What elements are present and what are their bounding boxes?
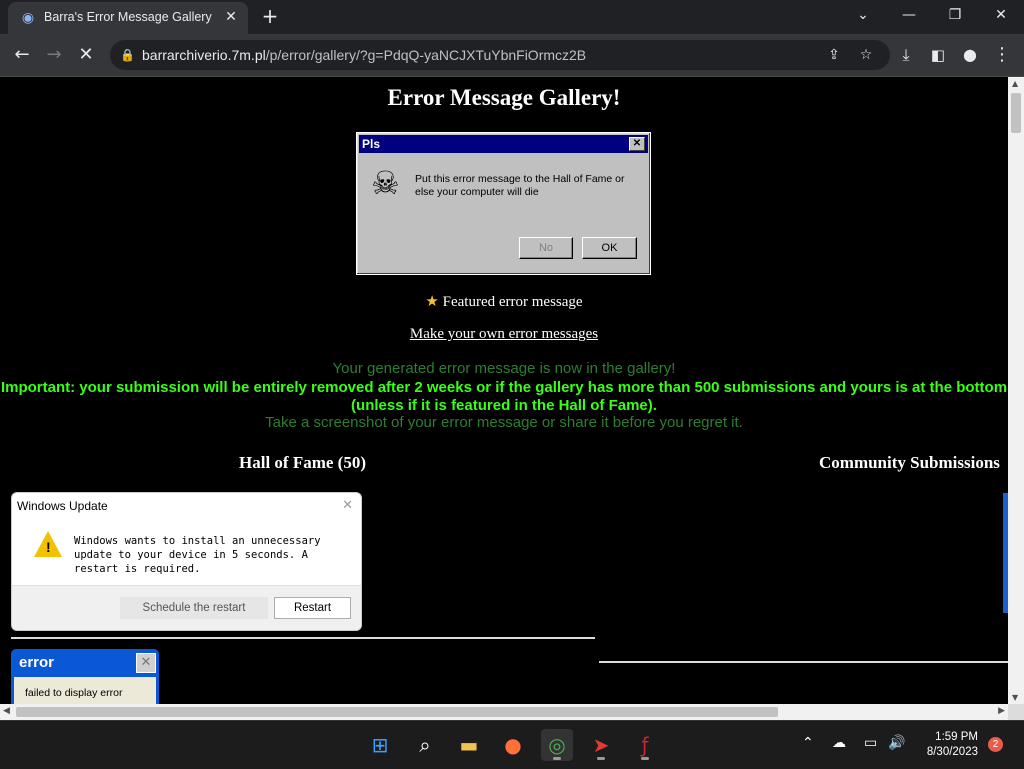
site-favicon-icon: ◉	[21, 10, 35, 26]
dialog-message: Put this error message to the Hall of Fa…	[415, 173, 625, 198]
new-tab-button[interactable]: +	[259, 5, 281, 27]
tab-title: Barra's Error Message Gallery	[44, 10, 212, 24]
stop-loading-icon[interactable]: ✕	[74, 43, 98, 67]
scroll-left-arrow-icon[interactable]: ◀	[3, 706, 10, 716]
clock-time: 1:59 PM	[935, 731, 978, 743]
menu-kebab-icon[interactable]: ⋮	[990, 43, 1014, 67]
notification-badge[interactable]: 2	[988, 737, 1003, 752]
close-tab-icon[interactable]: ✕	[222, 8, 240, 26]
vertical-scrollbar[interactable]: ▲ ▼	[1008, 77, 1024, 704]
tray-overflow-chevron-icon[interactable]: ⌃	[802, 735, 814, 751]
profile-icon[interactable]: ●	[958, 43, 982, 67]
bookmark-star-icon[interactable]: ☆	[856, 45, 876, 65]
restore-window-icon[interactable]: ❐	[932, 0, 978, 30]
windows-update-error-card: Windows Update ✕ ! Windows wants to inst…	[11, 492, 362, 631]
xp-error-card: error ✕ failed to display error	[11, 649, 159, 704]
taskbar: ⊞ ⌕ ▬ ● ◎ ➤ ƒ ⌃ ☁ ▭ 🔊 1:59 PM 8/30/2023 …	[0, 720, 1024, 769]
browser-tab-active[interactable]: ◉ Barra's Error Message Gallery ✕	[8, 2, 248, 34]
volume-icon[interactable]: 🔊	[888, 735, 905, 751]
chrome-icon[interactable]: ◎	[541, 729, 573, 761]
scroll-down-arrow-icon[interactable]: ▼	[1012, 693, 1018, 702]
running-indicator	[597, 757, 605, 760]
taskbar-clock[interactable]: 1:59 PM 8/30/2023	[908, 730, 978, 760]
address-path: /p/error/gallery/?g=PdqQ-yaNCJXTuYbnFiOr…	[265, 47, 587, 63]
xp-error-body: failed to display error	[14, 677, 156, 704]
scrollbar-corner	[1008, 704, 1024, 720]
community-submissions-heading: Community Submissions	[819, 453, 1000, 472]
active-indicator	[553, 757, 561, 760]
restart-button[interactable]: Restart	[274, 597, 351, 619]
windows-update-title: Windows Update	[17, 499, 108, 513]
dialog-title: Pls	[362, 137, 381, 151]
download-icon[interactable]: ⤓	[894, 43, 918, 67]
search-icon[interactable]: ⌕	[409, 729, 441, 761]
featured-error-dialog: Pls ✕ ☠ Put this error message to the Ha…	[356, 132, 651, 275]
start-windows-icon[interactable]: ⊞	[364, 729, 396, 761]
featured-label: Featured error message	[442, 294, 583, 310]
xp-error-title: error	[19, 654, 55, 671]
make-your-own-link[interactable]: Make your own error messages	[0, 326, 1008, 343]
schedule-restart-button[interactable]: Schedule the restart	[120, 597, 268, 619]
scroll-up-arrow-icon[interactable]: ▲	[1012, 79, 1018, 88]
notice-important: Important: your submission will be entir…	[0, 379, 1008, 414]
windows-update-message: Windows wants to install an unnecessary …	[74, 535, 321, 575]
notice-generated: Your generated error message is now in t…	[332, 360, 676, 377]
browser-tab-strip: ◉ Barra's Error Message Gallery ✕ + ⌄ — …	[0, 0, 1024, 34]
dialog-close-icon[interactable]: ✕	[629, 137, 645, 151]
horizontal-scroll-thumb[interactable]	[16, 707, 778, 717]
clock-date: 8/30/2023	[926, 746, 978, 758]
warning-exclamation: !	[46, 539, 51, 555]
skull-icon: ☠	[371, 164, 400, 202]
ok-button[interactable]: OK	[582, 237, 637, 259]
horizontal-scrollbar[interactable]: ◀ ▶	[0, 704, 1008, 720]
flash-icon[interactable]: ƒ	[629, 729, 661, 761]
scroll-right-arrow-icon[interactable]: ▶	[998, 706, 1005, 716]
minimize-icon[interactable]: —	[886, 0, 932, 30]
dialog-titlebar: Pls ✕	[359, 135, 648, 153]
xp-error-message: failed to display error	[25, 687, 123, 699]
back-button-icon[interactable]: ←	[10, 43, 34, 67]
app-red-icon[interactable]: ➤	[585, 729, 617, 761]
browser-toolbar: ← → ✕ 🔒 barrarchiverio.7m.pl/p/error/gal…	[0, 34, 1024, 77]
star-icon: ★	[425, 294, 439, 310]
windows-update-footer: Schedule the restart Restart	[12, 585, 361, 630]
close-window-icon[interactable]: ✕	[978, 0, 1024, 30]
windows-update-close-icon[interactable]: ✕	[342, 498, 353, 513]
firefox-icon[interactable]: ●	[497, 729, 529, 761]
divider	[11, 637, 595, 639]
side-panel-icon[interactable]: ◧	[926, 43, 950, 67]
web-page: Error Message Gallery! Pls ✕ ☠ Put this …	[0, 77, 1008, 704]
no-button[interactable]: No	[519, 237, 573, 259]
vertical-scroll-thumb[interactable]	[1011, 93, 1021, 133]
address-host: barrarchiverio.7m.pl	[142, 47, 266, 63]
notice-screenshot: Take a screenshot of your error message …	[265, 414, 743, 431]
cloud-offline-icon[interactable]: ☁	[832, 735, 846, 751]
tab-search-chevron-icon[interactable]: ⌄	[840, 0, 886, 30]
address-url: barrarchiverio.7m.pl/p/error/gallery/?g=…	[142, 47, 586, 63]
forward-button-icon[interactable]: →	[42, 43, 66, 67]
running-indicator	[641, 757, 649, 760]
hall-of-fame-heading: Hall of Fame (50)	[239, 453, 366, 472]
file-explorer-icon[interactable]: ▬	[453, 729, 485, 761]
lock-icon: 🔒	[120, 48, 135, 62]
share-icon[interactable]: ⇪	[824, 45, 844, 65]
page-title: Error Message Gallery!	[387, 85, 621, 110]
xp-error-close-icon[interactable]: ✕	[136, 653, 156, 673]
divider	[599, 661, 1008, 663]
featured-label-row: ★ Featured error message	[0, 292, 1008, 311]
address-bar[interactable]: 🔒 barrarchiverio.7m.pl/p/error/gallery/?…	[110, 40, 890, 70]
network-icon[interactable]: ▭	[864, 735, 877, 751]
